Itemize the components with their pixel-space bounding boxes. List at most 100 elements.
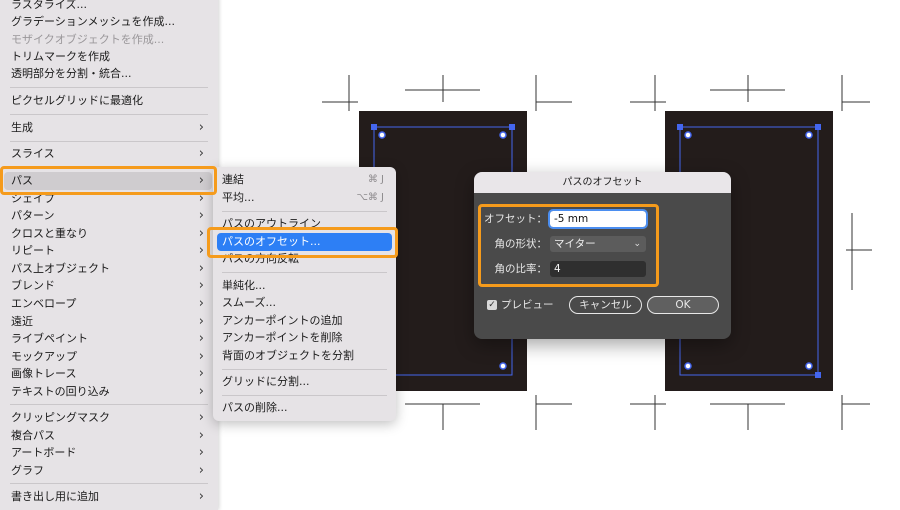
menu-item-gradient-mesh[interactable]: グラデーションメッシュを作成...: [4, 13, 212, 31]
dialog-title: パスのオフセット: [474, 172, 731, 193]
submenu-item-split-grid[interactable]: グリッドに分割...: [217, 373, 392, 391]
menu-item-flatten-transparency[interactable]: 透明部分を分割・統合...: [4, 65, 212, 83]
chevron-right-icon: ›: [198, 428, 204, 443]
menu-item-label: モックアップ: [11, 350, 77, 363]
menu-item-envelope[interactable]: エンベロープ ›: [4, 295, 212, 313]
chevron-right-icon: ›: [198, 366, 204, 381]
chevron-right-icon: ›: [198, 445, 204, 460]
submenu-item-average[interactable]: 平均... ⌥⌘ J: [217, 189, 392, 207]
chevron-right-icon: ›: [198, 146, 204, 161]
menu-item-label: パス上オブジェクト: [11, 262, 110, 275]
submenu-separator: [222, 369, 387, 370]
menu-item-label: ラスタライズ...: [11, 0, 87, 11]
path-submenu: 連結 ⌘ J 平均... ⌥⌘ J パスのアウトライン パスのオフセット... パス…: [213, 167, 396, 421]
object-menu: ラスタライズ... グラデーションメッシュを作成... モザイクオブジェクトを作…: [0, 0, 218, 510]
submenu-item-label: 平均...: [222, 191, 255, 204]
chevron-right-icon: ›: [198, 410, 204, 425]
submenu-item-divide-below[interactable]: 背面のオブジェクトを分割: [217, 347, 392, 365]
chevron-right-icon: ›: [198, 278, 204, 293]
chevron-right-icon: ›: [198, 296, 204, 311]
menu-item-blend[interactable]: ブレンド ›: [4, 277, 212, 295]
menu-item-label: 画像トレース: [11, 367, 77, 380]
menu-item-image-trace[interactable]: 画像トレース ›: [4, 365, 212, 383]
menu-item-label: パターン: [11, 209, 55, 222]
chevron-right-icon: ›: [198, 489, 204, 504]
menu-item-label: ブレンド: [11, 279, 55, 292]
menu-separator: [10, 404, 208, 405]
menu-item-label: ピクセルグリッドに最適化: [11, 94, 143, 107]
menu-item-perspective[interactable]: 遠近 ›: [4, 313, 212, 331]
chevron-right-icon: ›: [198, 208, 204, 223]
menu-item-repeat[interactable]: リピート ›: [4, 242, 212, 260]
submenu-item-add-anchor[interactable]: アンカーポイントの追加: [217, 312, 392, 330]
menu-item-label: グラフ: [11, 464, 44, 477]
submenu-item-clean-up[interactable]: パスの削除...: [217, 399, 392, 417]
ok-button[interactable]: OK: [647, 296, 719, 314]
submenu-item-smooth[interactable]: スムーズ...: [217, 294, 392, 312]
chevron-right-icon: ›: [198, 349, 204, 364]
menu-item-label: クリッピングマスク: [11, 411, 110, 424]
submenu-item-remove-anchor[interactable]: アンカーポイントを削除: [217, 329, 392, 347]
highlight-dialog-fields: [478, 204, 659, 287]
submenu-item-simplify[interactable]: 単純化...: [217, 277, 392, 295]
menu-item-mosaic: モザイクオブジェクトを作成...: [4, 31, 212, 49]
menu-item-intertwine[interactable]: クロスと重なり ›: [4, 225, 212, 243]
menu-item-graph[interactable]: グラフ ›: [4, 462, 212, 480]
menu-item-pattern[interactable]: パターン ›: [4, 207, 212, 225]
menu-item-label: 書き出し用に追加: [11, 490, 99, 503]
menu-item-generate[interactable]: 生成 ›: [4, 119, 212, 137]
menu-item-label: 透明部分を分割・統合...: [11, 67, 132, 80]
menu-item-artboard[interactable]: アートボード ›: [4, 444, 212, 462]
menu-item-compound-path[interactable]: 複合パス ›: [4, 427, 212, 445]
highlight-path-item: [0, 166, 217, 195]
menu-item-live-paint[interactable]: ライブペイント ›: [4, 330, 212, 348]
submenu-separator: [222, 272, 387, 273]
menu-separator: [10, 87, 208, 88]
menu-item-label: 生成: [11, 121, 33, 134]
menu-item-label: スライス: [11, 147, 55, 160]
menu-item-label: 遠近: [11, 315, 33, 328]
menu-separator: [10, 114, 208, 115]
menu-item-label: モザイクオブジェクトを作成...: [11, 33, 165, 46]
menu-separator: [10, 141, 208, 142]
menu-item-label: テキストの回り込み: [11, 385, 110, 398]
menu-separator: [10, 483, 208, 484]
submenu-item-label: グリッドに分割...: [222, 375, 310, 388]
menu-item-label: クロスと重なり: [11, 227, 88, 240]
preview-label: プレビュー: [501, 299, 554, 311]
menu-item-label: 複合パス: [11, 429, 55, 442]
chevron-right-icon: ›: [198, 120, 204, 135]
menu-item-slice[interactable]: スライス ›: [4, 145, 212, 163]
submenu-item-label: スムーズ...: [222, 296, 276, 309]
chevron-right-icon: ›: [198, 243, 204, 258]
submenu-item-label: 連結: [222, 173, 244, 186]
menu-item-label: エンベロープ: [11, 297, 77, 310]
cancel-button[interactable]: キャンセル: [569, 296, 642, 314]
menu-item-rasterize[interactable]: ラスタライズ...: [4, 0, 212, 14]
submenu-item-label: 背面のオブジェクトを分割: [222, 349, 354, 362]
shortcut-label: ⌥⌘ J: [356, 192, 384, 203]
menu-item-objects-on-path[interactable]: パス上オブジェクト ›: [4, 260, 212, 278]
submenu-separator: [222, 211, 387, 212]
shortcut-label: ⌘ J: [367, 174, 384, 185]
menu-item-add-to-export[interactable]: 書き出し用に追加 ›: [4, 488, 212, 506]
menu-item-label: リピート: [11, 244, 55, 257]
menu-item-label: グラデーションメッシュを作成...: [11, 15, 175, 28]
chevron-right-icon: ›: [198, 314, 204, 329]
submenu-item-join[interactable]: 連結 ⌘ J: [217, 171, 392, 189]
menu-item-label: ライブペイント: [11, 332, 88, 345]
submenu-item-label: パスの削除...: [222, 401, 288, 414]
highlight-offset-path-item: [207, 227, 398, 258]
menu-item-text-wrap[interactable]: テキストの回り込み ›: [4, 383, 212, 401]
menu-item-pixel-grid[interactable]: ピクセルグリッドに最適化: [4, 92, 212, 110]
chevron-right-icon: ›: [198, 463, 204, 478]
submenu-separator: [222, 395, 387, 396]
submenu-item-label: アンカーポイントの追加: [222, 314, 343, 327]
menu-item-clipping-mask[interactable]: クリッピングマスク ›: [4, 409, 212, 427]
menu-item-trim-marks[interactable]: トリムマークを作成: [4, 48, 212, 66]
menu-item-label: トリムマークを作成: [11, 50, 110, 63]
submenu-item-label: アンカーポイントを削除: [222, 331, 343, 344]
preview-checkbox[interactable]: ✓: [487, 300, 497, 310]
menu-item-mockup[interactable]: モックアップ ›: [4, 348, 212, 366]
chevron-right-icon: ›: [198, 384, 204, 399]
